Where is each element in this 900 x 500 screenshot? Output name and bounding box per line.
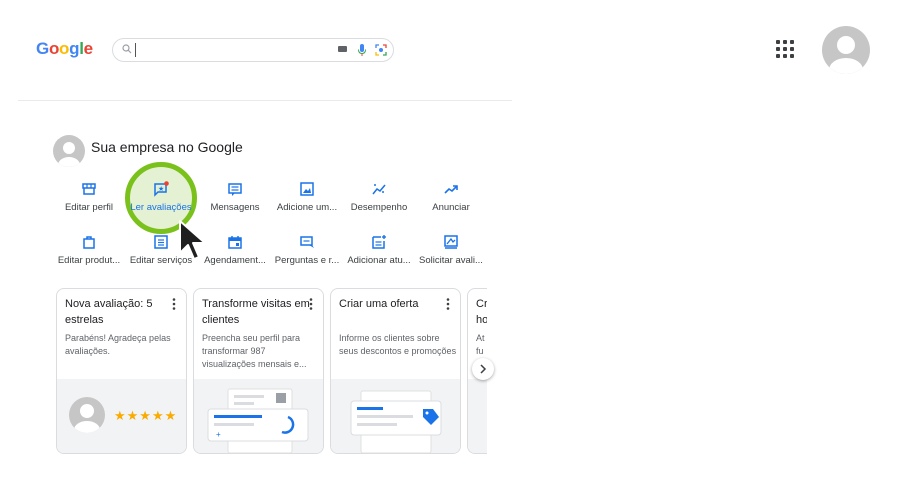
business-avatar [53, 135, 85, 167]
logo-letter: e [83, 39, 93, 58]
card-illustration [331, 379, 460, 453]
svg-text:★: ★ [158, 185, 164, 193]
account-avatar[interactable] [822, 26, 870, 74]
action-label: Anunciar [432, 202, 470, 213]
action-calendar[interactable]: Agendament... [198, 234, 272, 266]
logo-letter: o [48, 39, 60, 58]
business-title: Sua empresa no Google [91, 139, 243, 155]
five-stars-icon: ★★★★★ [114, 408, 178, 423]
performance-icon [342, 181, 416, 197]
card-description: Preencha seu perfil para transformar 987… [202, 333, 307, 369]
calendar-icon [198, 234, 272, 250]
reviews-icon: ★ [124, 181, 198, 197]
qa-icon [270, 234, 344, 250]
card-title: Cr ho [476, 298, 487, 326]
search-input[interactable] [135, 43, 136, 57]
messages-icon [198, 181, 272, 197]
action-label: Adicionar atu... [347, 255, 411, 266]
add-update-icon [342, 234, 416, 250]
apps-grid-icon[interactable] [776, 40, 796, 60]
card-create-offer[interactable]: Criar uma oferta Informe os clientes sob… [330, 288, 461, 454]
search-box[interactable] [112, 38, 394, 62]
offer-illustration-icon [350, 390, 442, 453]
more-options-icon[interactable] [446, 298, 450, 310]
card-title: Criar uma oferta [339, 298, 419, 310]
profile-illustration-icon: + [207, 388, 309, 453]
action-label: Ler avaliações [130, 202, 192, 213]
action-messages[interactable]: Mensagens [198, 181, 272, 213]
card-description: Parabéns! Agradeça pelas avaliações. [65, 333, 171, 356]
card-convert-visits[interactable]: Transforme visitas em clientes Preencha … [193, 288, 324, 454]
card-title: Nova avaliação: 5 estrelas [65, 298, 153, 326]
action-label: Adicione um... [276, 202, 338, 213]
header-divider [18, 100, 512, 101]
action-label: Solicitar avali... [419, 255, 483, 266]
svg-text:+: + [216, 430, 221, 439]
card-illustration [468, 379, 487, 453]
logo-letter: g [69, 39, 80, 58]
trending-up-icon [414, 181, 488, 197]
person-icon [74, 404, 100, 433]
action-add-photo[interactable]: Adicione um... [270, 181, 344, 213]
storefront-icon [52, 181, 126, 197]
keyboard-icon[interactable] [338, 46, 347, 52]
cursor-pointer-icon [179, 220, 206, 260]
reviewer-avatar [69, 397, 105, 433]
more-options-icon[interactable] [309, 298, 313, 310]
card-description: At fu [476, 333, 485, 356]
add-photo-icon [270, 181, 344, 197]
person-icon [829, 36, 863, 74]
action-reviews[interactable]: ★ Ler avaliações [124, 181, 198, 213]
lens-icon[interactable] [375, 43, 387, 57]
person-icon [58, 142, 80, 167]
google-logo[interactable]: Google [36, 39, 93, 59]
search-icon [122, 44, 132, 54]
request-review-icon [414, 234, 488, 250]
action-qa[interactable]: Perguntas e r... [270, 234, 344, 266]
more-options-icon[interactable] [172, 298, 176, 310]
mic-icon[interactable] [357, 43, 367, 57]
action-label: Editar produt... [57, 255, 121, 266]
card-new-review[interactable]: Nova avaliação: 5 estrelas Parabéns! Agr… [56, 288, 187, 454]
logo-letter: o [59, 39, 70, 58]
card-illustration: ★★★★★ [57, 379, 186, 453]
action-label: Mensagens [210, 202, 260, 213]
action-label: Agendament... [204, 255, 266, 266]
shopping-bag-icon [52, 234, 126, 250]
card-illustration: + [194, 379, 323, 453]
next-cards-button[interactable] [472, 358, 494, 380]
action-label: Editar perfil [64, 202, 114, 213]
action-shopping-bag[interactable]: Editar produt... [52, 234, 126, 266]
action-label: Desempenho [350, 202, 408, 213]
action-performance[interactable]: Desempenho [342, 181, 416, 213]
action-add-update[interactable]: Adicionar atu... [342, 234, 416, 266]
logo-letter: G [36, 39, 49, 58]
action-request-review[interactable]: Solicitar avali... [414, 234, 488, 266]
card-title: Transforme visitas em clientes [202, 298, 310, 326]
chevron-right-icon [480, 364, 487, 374]
action-storefront[interactable]: Editar perfil [52, 181, 126, 213]
card-description: Informe os clientes sobre seus descontos… [339, 333, 457, 356]
action-trending-up[interactable]: Anunciar [414, 181, 488, 213]
action-label: Perguntas e r... [274, 255, 340, 266]
